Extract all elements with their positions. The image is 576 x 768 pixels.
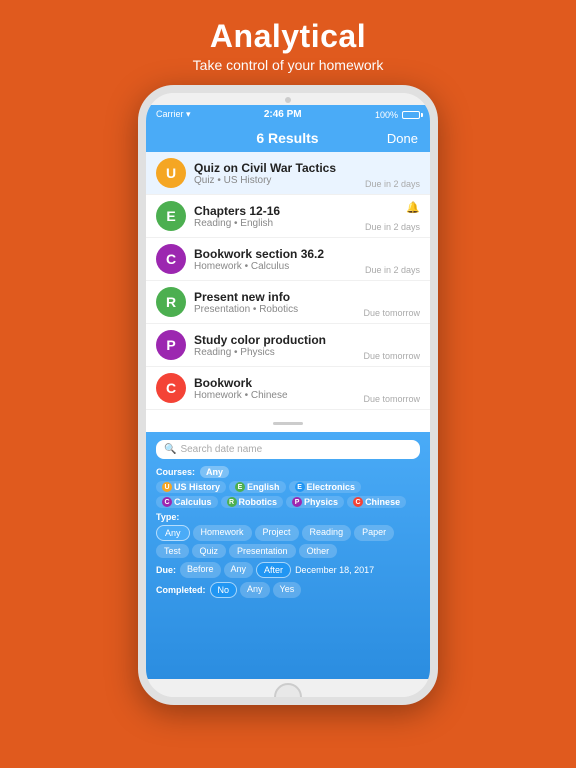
course-dot: R <box>227 497 237 507</box>
type-section: Type: AnyHomeworkProjectReadingPaper Test… <box>156 512 420 558</box>
item-title: Study color production <box>194 333 420 347</box>
filter-panel: 🔍 Search date name Courses: Any UUS Hist… <box>146 432 430 679</box>
completed-badge-any[interactable]: Any <box>240 582 270 598</box>
carrier: Carrier ▾ <box>156 109 191 120</box>
item-title: Bookwork <box>194 376 420 390</box>
type-badge-quiz[interactable]: Quiz <box>192 544 227 558</box>
time: 2:46 PM <box>264 109 302 120</box>
search-input[interactable]: Search date name <box>180 444 262 455</box>
scroll-indicator <box>146 410 430 432</box>
course-badge-electronics[interactable]: EElectronics <box>289 481 362 493</box>
course-badges: UUS HistoryEEnglishEElectronics CCalculus… <box>156 481 420 508</box>
list-item[interactable]: R Present new info Presentation • Roboti… <box>146 281 430 324</box>
type-badge-reading[interactable]: Reading <box>302 525 352 541</box>
list-item[interactable]: C Bookwork Homework • Chinese Due tomorr… <box>146 367 430 410</box>
due-badge-after[interactable]: After <box>256 562 291 578</box>
courses-filter-row: Courses: Any <box>156 466 420 478</box>
course-dot: E <box>295 482 305 492</box>
course-dot: E <box>235 482 245 492</box>
course-badge-robotics[interactable]: RRobotics <box>221 496 284 508</box>
course-dot: U <box>162 482 172 492</box>
courses-any[interactable]: Any <box>200 466 229 478</box>
item-due: Due tomorrow <box>363 308 420 318</box>
item-due: Due tomorrow <box>363 351 420 361</box>
course-badge-english[interactable]: EEnglish <box>229 481 286 493</box>
completed-badges: NoAnyYes <box>210 582 302 598</box>
avatar: C <box>156 244 186 274</box>
phone-bottom <box>146 679 430 705</box>
type-badge-test[interactable]: Test <box>156 544 189 558</box>
nav-bar: 6 Results Done <box>146 124 430 152</box>
done-button[interactable]: Done <box>387 131 418 146</box>
course-badge-us history[interactable]: UUS History <box>156 481 226 493</box>
avatar: E <box>156 201 186 231</box>
phone-shell: Carrier ▾ 2:46 PM 100% 6 Results Done U … <box>138 85 438 705</box>
item-title: Chapters 12-16 <box>194 204 420 218</box>
camera-dot <box>285 97 291 103</box>
completed-badge-no[interactable]: No <box>210 582 238 598</box>
avatar: C <box>156 373 186 403</box>
course-badge-physics[interactable]: PPhysics <box>286 496 344 508</box>
due-badge-before[interactable]: Before <box>180 562 221 578</box>
type-badge-other[interactable]: Other <box>299 544 338 558</box>
search-icon: 🔍 <box>164 444 176 455</box>
due-badges: BeforeAnyAfter <box>180 562 291 578</box>
type-badge-homework[interactable]: Homework <box>193 525 252 541</box>
course-badge-calculus[interactable]: CCalculus <box>156 496 218 508</box>
item-title: Bookwork section 36.2 <box>194 247 420 261</box>
list-item[interactable]: E Chapters 12-16 Reading • English 🔔 Due… <box>146 195 430 238</box>
course-dot: P <box>292 497 302 507</box>
avatar: U <box>156 158 186 188</box>
battery: 100% <box>375 110 420 120</box>
due-section: Due: BeforeAnyAfter December 18, 2017 <box>156 562 420 578</box>
list-item[interactable]: P Study color production Reading • Physi… <box>146 324 430 367</box>
type-label: Type: <box>156 512 420 522</box>
item-due: Due in 2 days <box>365 265 420 275</box>
course-dot: C <box>162 497 172 507</box>
page-header: Analytical Take control of your homework <box>193 0 384 85</box>
type-badge-any[interactable]: Any <box>156 525 190 541</box>
list-item[interactable]: U Quiz on Civil War Tactics Quiz • US Hi… <box>146 152 430 195</box>
item-title: Present new info <box>194 290 420 304</box>
type-badge-paper[interactable]: Paper <box>354 525 394 541</box>
item-due: Due tomorrow <box>363 394 420 404</box>
due-badge-any[interactable]: Any <box>224 562 254 578</box>
due-date: December 18, 2017 <box>295 565 374 575</box>
nav-title: 6 Results <box>188 130 387 146</box>
completed-badge-yes[interactable]: Yes <box>273 582 302 598</box>
battery-icon <box>402 111 420 119</box>
bell-icon: 🔔 <box>406 201 420 214</box>
page-title: Analytical <box>193 18 384 55</box>
phone-top <box>146 93 430 105</box>
type-badges: AnyHomeworkProjectReadingPaper TestQuizPr… <box>156 525 420 558</box>
status-bar: Carrier ▾ 2:46 PM 100% <box>146 105 430 124</box>
type-badge-presentation[interactable]: Presentation <box>229 544 296 558</box>
course-badge-chinese[interactable]: CChinese <box>347 496 406 508</box>
results-list: U Quiz on Civil War Tactics Quiz • US Hi… <box>146 152 430 410</box>
item-due: Due in 2 days <box>365 222 420 232</box>
item-title: Quiz on Civil War Tactics <box>194 161 420 175</box>
course-dot: C <box>353 497 363 507</box>
item-due: Due in 2 days <box>365 179 420 189</box>
home-button[interactable] <box>274 683 302 705</box>
avatar: P <box>156 330 186 360</box>
search-bar[interactable]: 🔍 Search date name <box>156 440 420 459</box>
type-badge-project[interactable]: Project <box>255 525 299 541</box>
completed-section: Completed: NoAnyYes <box>156 582 420 598</box>
list-item[interactable]: C Bookwork section 36.2 Homework • Calcu… <box>146 238 430 281</box>
avatar: R <box>156 287 186 317</box>
page-subtitle: Take control of your homework <box>193 57 384 73</box>
